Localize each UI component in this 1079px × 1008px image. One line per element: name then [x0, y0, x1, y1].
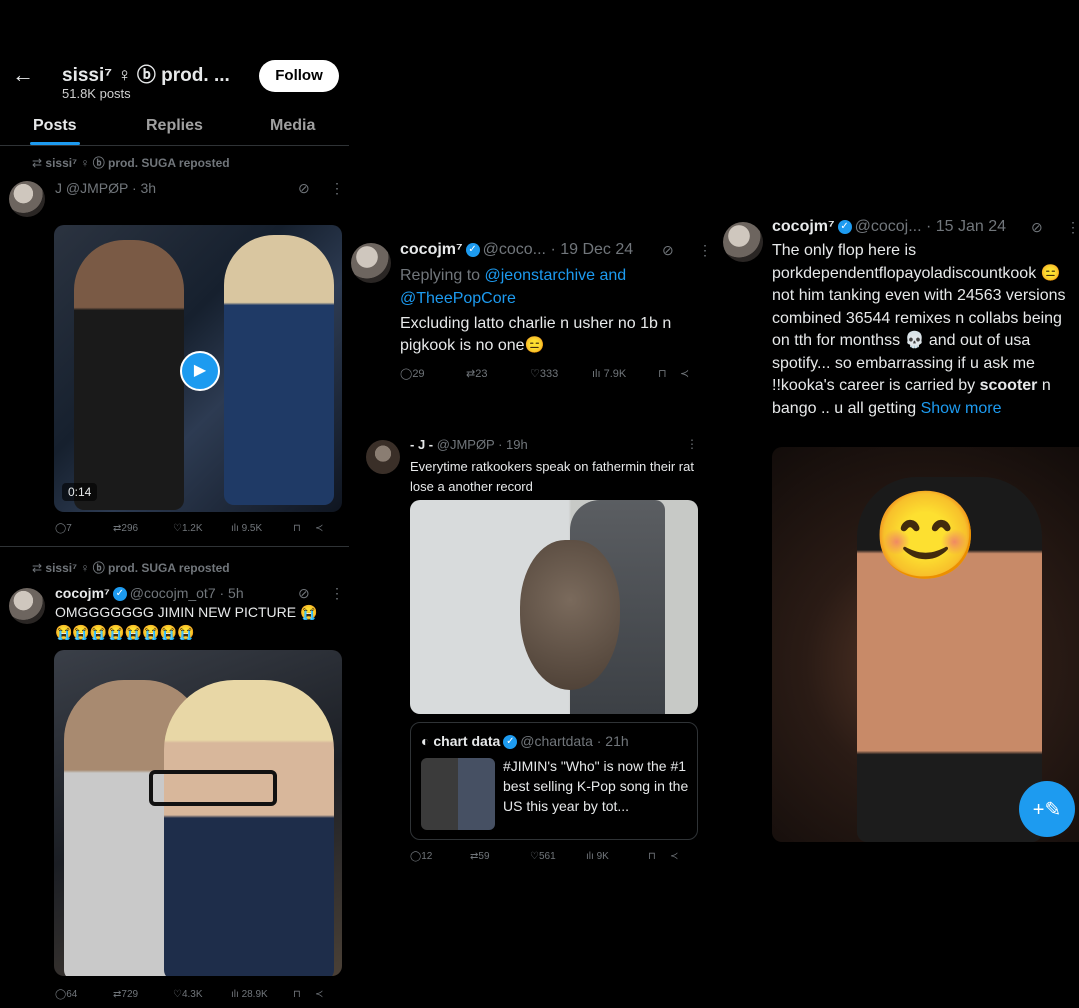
post-image[interactable]: 😊	[772, 447, 1079, 842]
bookmark-icon[interactable]: ⊓	[658, 367, 680, 380]
tabs-divider	[0, 145, 349, 146]
views-icon[interactable]: ılı 28.9K	[231, 989, 293, 1000]
repost-button[interactable]: ⇄59	[470, 851, 530, 862]
repost-button[interactable]: ⇄729	[113, 989, 173, 1000]
repost-indicator: ⇄ sissi⁷ ♀ ⓑ prod. SUGA reposted	[32, 156, 230, 170]
more-icon[interactable]: ⋮	[1066, 219, 1079, 236]
avatar[interactable]	[9, 588, 45, 624]
show-more-link[interactable]: Show more	[921, 400, 1002, 417]
post-handle[interactable]: J @JMPØP · 3h	[55, 180, 156, 196]
mention-link[interactable]: @jeonstarchive and	[485, 267, 627, 284]
play-button-icon[interactable]: ▶	[180, 351, 220, 391]
grok-icon[interactable]: ⊘	[1031, 219, 1043, 236]
tab-posts[interactable]: Posts	[33, 117, 77, 135]
profile-name: sissi⁷ ♀ ⓑ prod. ...	[62, 65, 230, 86]
repost-indicator: ⇄ sissi⁷ ♀ ⓑ prod. SUGA reposted	[32, 561, 230, 575]
posts-count: 51.8K posts	[62, 86, 131, 101]
photo-figure	[164, 680, 334, 976]
post-author[interactable]: cocojm⁷ ✓ @cocojm_ot7 · 5h	[55, 585, 244, 602]
more-icon[interactable]: ⋮	[698, 242, 712, 259]
reply-context: Replying to @jeonstarchive and @TheePopC…	[400, 267, 627, 307]
post-divider	[0, 546, 349, 547]
post-author[interactable]: cocojm⁷ ✓ @coco... · 19 Dec 24	[400, 241, 633, 259]
avatar[interactable]	[366, 440, 400, 474]
quote-author: ◐ chart data ✓ @chartdata · 21h	[421, 733, 629, 750]
verified-icon: ✓	[465, 242, 480, 257]
more-icon[interactable]: ⋮	[330, 180, 344, 197]
share-icon[interactable]: ≺	[680, 367, 689, 380]
grok-icon[interactable]: ⊘	[298, 585, 310, 602]
post-image[interactable]	[410, 500, 698, 714]
tab-replies[interactable]: Replies	[146, 117, 203, 135]
like-button[interactable]: ♡561	[530, 851, 586, 862]
bookmark-icon[interactable]: ⊓	[293, 989, 315, 1000]
repost-button[interactable]: ⇄23	[466, 367, 530, 380]
verified-icon: ✓	[112, 587, 127, 602]
post-text: Excluding latto charlie n usher no 1b n …	[400, 315, 672, 354]
reply-button[interactable]: ◯29	[400, 367, 466, 380]
repost-button[interactable]: ⇄296	[113, 523, 173, 534]
verified-icon: ✓	[503, 735, 518, 750]
avatar[interactable]	[351, 243, 391, 283]
follow-button[interactable]: Follow	[259, 60, 339, 92]
more-icon[interactable]: ⋮	[686, 437, 698, 451]
compose-fab[interactable]: +✎	[1019, 781, 1075, 837]
post-text: OMGGGGGGG JIMIN NEW PICTURE 😭	[55, 604, 318, 620]
views-icon[interactable]: ılı 7.9K	[592, 368, 658, 380]
grok-icon[interactable]: ⊘	[662, 242, 674, 259]
post-actions: ◯64 ⇄729 ♡4.3K ılı 28.9K ⊓ ≺	[55, 989, 340, 1000]
grok-icon[interactable]: ⊘	[298, 180, 310, 197]
post-image[interactable]	[54, 650, 342, 976]
post-text: The only flop here is porkdependentflopa…	[772, 242, 1066, 417]
like-button[interactable]: ♡333	[530, 367, 592, 380]
post-emojis: 😭😭😭😭😭😭😭😭	[55, 624, 195, 640]
bookmark-icon[interactable]: ⊓	[648, 851, 670, 862]
verified-icon: ✓	[837, 219, 852, 234]
share-icon[interactable]: ≺	[315, 989, 323, 1000]
post-actions: ◯7 ⇄296 ♡1.2K ılı 9.5K ⊓ ≺	[55, 523, 340, 534]
post-author[interactable]: - J - @JMPØP · 19h	[410, 437, 528, 452]
views-icon[interactable]: ılı 9.5K	[231, 523, 293, 534]
emoji-cover: 😊	[872, 488, 980, 584]
more-icon[interactable]: ⋮	[330, 585, 344, 602]
avatar[interactable]	[723, 222, 763, 262]
share-icon[interactable]: ≺	[315, 523, 323, 534]
tab-media[interactable]: Media	[270, 117, 315, 135]
post-actions: ◯29 ⇄23 ♡333 ılı 7.9K ⊓ ≺	[400, 367, 705, 381]
reply-button[interactable]: ◯12	[410, 851, 470, 862]
repost-icon: ⇄	[32, 561, 46, 575]
compose-icon: +✎	[1032, 799, 1062, 821]
back-arrow-icon[interactable]: ←	[12, 62, 34, 88]
reply-button[interactable]: ◯64	[55, 989, 113, 1000]
like-button[interactable]: ♡4.3K	[173, 989, 231, 1000]
quoted-post[interactable]: ◐ chart data ✓ @chartdata · 21h #JIMIN's "…	[410, 722, 698, 840]
share-icon[interactable]: ≺	[670, 851, 678, 862]
reply-button[interactable]: ◯7	[55, 523, 113, 534]
video-figure	[224, 235, 334, 505]
video-duration: 0:14	[62, 483, 98, 501]
mention-link[interactable]: @TheePopCore	[400, 290, 516, 307]
post-text: Everytime ratkookers speak on fathermin …	[410, 459, 694, 494]
quote-image	[421, 758, 495, 830]
avatar[interactable]	[9, 181, 45, 217]
repost-icon: ⇄	[32, 156, 46, 170]
video-figure	[74, 240, 184, 510]
post-actions: ◯12 ⇄59 ♡561 ılı 9K ⊓ ≺	[410, 851, 700, 862]
like-button[interactable]: ♡1.2K	[173, 523, 231, 534]
quote-text: #JIMIN's "Who" is now the #1 best sellin…	[503, 758, 689, 814]
glasses-shape	[149, 770, 277, 806]
chartdata-logo-icon: ◐	[421, 733, 434, 749]
views-icon[interactable]: ılı 9K	[586, 851, 648, 862]
post-video[interactable]: ▶ 0:14	[54, 225, 342, 512]
photo-rat	[520, 540, 620, 690]
post-author[interactable]: cocojm⁷ ✓ @cocoj... · 15 Jan 24	[772, 218, 1006, 236]
bookmark-icon[interactable]: ⊓	[293, 523, 315, 534]
